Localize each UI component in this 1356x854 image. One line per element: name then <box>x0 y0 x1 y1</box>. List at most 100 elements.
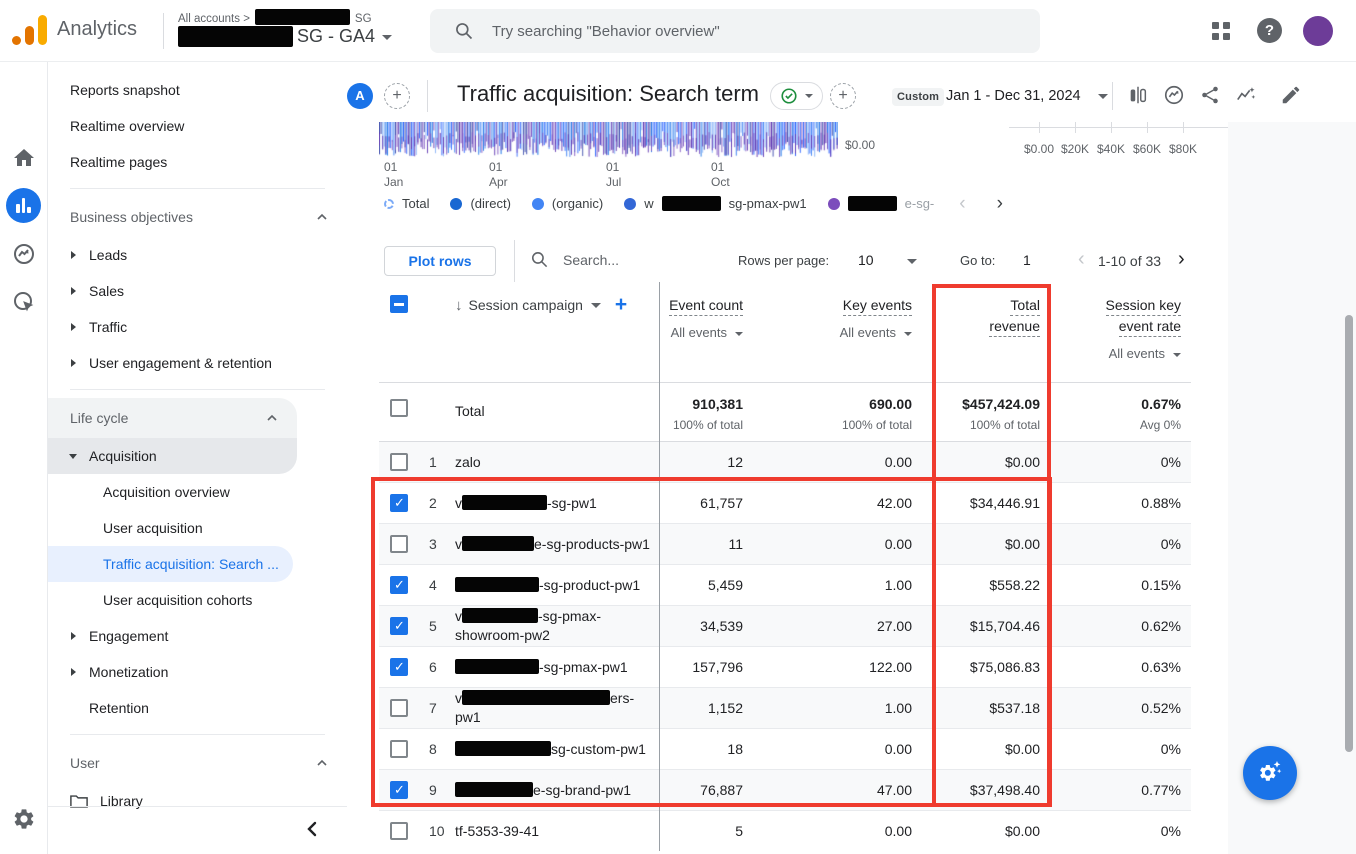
table-search-input[interactable] <box>561 251 681 269</box>
metric-value: 0.00 <box>753 741 922 757</box>
sidebar-item-traffic[interactable]: Traffic <box>48 309 347 345</box>
event-filter-dropdown[interactable]: All events <box>659 325 743 340</box>
row-checkbox[interactable] <box>390 494 408 512</box>
chevron-down-icon <box>1173 353 1181 357</box>
metric-value: 0.00 <box>753 454 922 470</box>
totals-checkbox[interactable] <box>390 399 408 417</box>
date-range-selector[interactable]: Jan 1 - Dec 31, 2024 <box>946 88 1081 104</box>
sidebar-item-realtime-pages[interactable]: Realtime pages <box>48 144 347 180</box>
table-row[interactable]: 9 e-sg-brand-pw1 76,887 47.00 $37,498.40… <box>379 769 1191 810</box>
metric-value: 34,539 <box>659 618 753 634</box>
table-row[interactable]: 2 v-sg-pw1 61,757 42.00 $34,446.91 0.88% <box>379 482 1191 523</box>
expand-triangle-icon <box>71 323 76 331</box>
apps-grid-icon[interactable] <box>1212 22 1231 41</box>
row-checkbox[interactable] <box>390 740 408 758</box>
sidebar-item-acquisition[interactable]: Acquisition <box>48 438 297 474</box>
add-dimension-icon[interactable]: + <box>615 296 627 314</box>
row-checkbox[interactable] <box>390 699 408 717</box>
segment-a-chip[interactable]: A <box>347 83 373 109</box>
add-comparison-button[interactable]: + <box>384 83 410 109</box>
legend-item-organic[interactable]: (organic) <box>532 196 603 211</box>
table-row[interactable]: 8 sg-custom-pw1 18 0.00 $0.00 0% <box>379 728 1191 769</box>
chevron-down-icon[interactable] <box>591 303 601 308</box>
dimension-header[interactable]: Session campaign <box>469 297 583 313</box>
select-all-checkbox[interactable] <box>390 295 408 313</box>
insights-fab-button[interactable] <box>1243 746 1297 800</box>
metric-value: $34,446.91 <box>922 495 1050 511</box>
table-row[interactable]: 1 zalo 12 0.00 $0.00 0% <box>379 441 1191 482</box>
event-filter-dropdown[interactable]: All events <box>1050 346 1181 361</box>
table-row[interactable]: 4 -sg-product-pw1 5,459 1.00 $558.22 0.1… <box>379 564 1191 605</box>
row-checkbox[interactable] <box>390 617 408 635</box>
sort-descending-icon[interactable]: ↓ <box>455 297 463 314</box>
user-avatar[interactable] <box>1303 16 1333 46</box>
redaction-box <box>462 495 547 510</box>
sidebar-item-realtime-overview[interactable]: Realtime overview <box>48 108 347 144</box>
row-checkbox[interactable] <box>390 535 408 553</box>
sidebar-item-retention[interactable]: Retention <box>48 690 347 726</box>
column-header-event-count[interactable]: Event count All events <box>659 282 753 340</box>
row-checkbox[interactable] <box>390 822 408 840</box>
sidebar-item-user-acquisition[interactable]: User acquisition <box>48 510 347 546</box>
plot-rows-button[interactable]: Plot rows <box>384 246 496 276</box>
section-business-objectives[interactable]: Business objectives <box>48 197 347 237</box>
table-search[interactable] <box>530 250 681 269</box>
global-search-input[interactable] <box>490 22 1010 41</box>
insights-compass-icon[interactable] <box>1163 84 1185 106</box>
legend-item-total[interactable]: Total <box>384 196 429 211</box>
section-life-cycle[interactable]: Life cycle <box>48 398 297 438</box>
admin-gear-icon[interactable] <box>12 807 36 831</box>
column-header-session-key-event-rate[interactable]: Session key event rate All events <box>1050 282 1191 361</box>
column-header-key-events[interactable]: Key events All events <box>753 282 922 340</box>
event-filter-dropdown[interactable]: All events <box>753 325 912 340</box>
breadcrumb[interactable]: All accounts >SG <box>178 9 372 25</box>
search-icon <box>530 250 549 269</box>
home-icon[interactable] <box>12 146 36 170</box>
legend-next-icon[interactable]: › <box>997 197 1003 211</box>
comparison-icon[interactable] <box>1127 84 1149 106</box>
rows-per-page-value[interactable]: 10 <box>858 252 874 268</box>
edit-pencil-icon[interactable] <box>1280 84 1302 106</box>
row-number: 4 <box>419 577 455 593</box>
sidebar-item-traffic-acquisition-selected[interactable]: Traffic acquisition: Search ... <box>48 546 293 582</box>
legend-item-direct[interactable]: (direct) <box>450 196 510 211</box>
table-row[interactable]: 3 ve-sg-products-pw1 11 0.00 $0.00 0% <box>379 523 1191 564</box>
add-report-button[interactable]: + <box>830 83 856 109</box>
reports-icon[interactable] <box>6 188 41 223</box>
sidebar-item-user-acquisition-cohorts[interactable]: User acquisition cohorts <box>48 582 347 618</box>
sidebar-item-monetization[interactable]: Monetization <box>48 654 347 690</box>
sidebar-item-reports-snapshot[interactable]: Reports snapshot <box>48 72 347 108</box>
column-header-total-revenue[interactable]: Total revenue <box>922 282 1050 337</box>
row-checkbox[interactable] <box>390 453 408 471</box>
next-page-icon[interactable]: › <box>1178 248 1185 271</box>
share-icon[interactable] <box>1199 84 1221 106</box>
sidebar-item-leads[interactable]: Leads <box>48 237 347 273</box>
table-row[interactable]: 7 vers-pw1 1,152 1.00 $537.18 0.52% <box>379 687 1191 728</box>
global-search[interactable] <box>430 9 1040 53</box>
table-row[interactable]: 10 tf-5353-39-41 5 0.00 $0.00 0% <box>379 810 1191 851</box>
vertical-scrollbar[interactable] <box>1345 315 1353 752</box>
row-checkbox[interactable] <box>390 781 408 799</box>
sidebar-item-user-engagement[interactable]: User engagement & retention <box>48 345 347 381</box>
section-user[interactable]: User <box>48 743 347 783</box>
chevron-down-icon[interactable] <box>907 259 917 264</box>
sparkline-insights-icon[interactable] <box>1235 84 1257 106</box>
legend-item-campaign-2[interactable]: e-sg- <box>828 196 935 211</box>
sidebar-item-engagement[interactable]: Engagement <box>48 618 347 654</box>
legend-item-campaign-1[interactable]: wsg-pmax-pw1 <box>624 196 806 211</box>
row-checkbox[interactable] <box>390 658 408 676</box>
report-status-pill[interactable] <box>770 82 823 110</box>
row-checkbox[interactable] <box>390 576 408 594</box>
metric-value: $537.18 <box>922 700 1050 716</box>
sidebar-item-sales[interactable]: Sales <box>48 273 347 309</box>
legend-prev-icon[interactable]: ‹ <box>959 197 965 211</box>
table-row[interactable]: 5 v-sg-pmax-showroom-pw2 34,539 27.00 $1… <box>379 605 1191 646</box>
collapse-sidebar-icon[interactable] <box>303 819 323 839</box>
table-row[interactable]: 6 -sg-pmax-pw1 157,796 122.00 $75,086.83… <box>379 646 1191 687</box>
help-icon[interactable]: ? <box>1257 18 1282 43</box>
property-selector[interactable]: SG - GA4 <box>178 26 392 47</box>
go-to-input[interactable]: 1 <box>1023 252 1031 268</box>
explore-icon[interactable] <box>12 242 36 266</box>
sidebar-item-acquisition-overview[interactable]: Acquisition overview <box>48 474 347 510</box>
advertising-icon[interactable] <box>12 290 36 314</box>
